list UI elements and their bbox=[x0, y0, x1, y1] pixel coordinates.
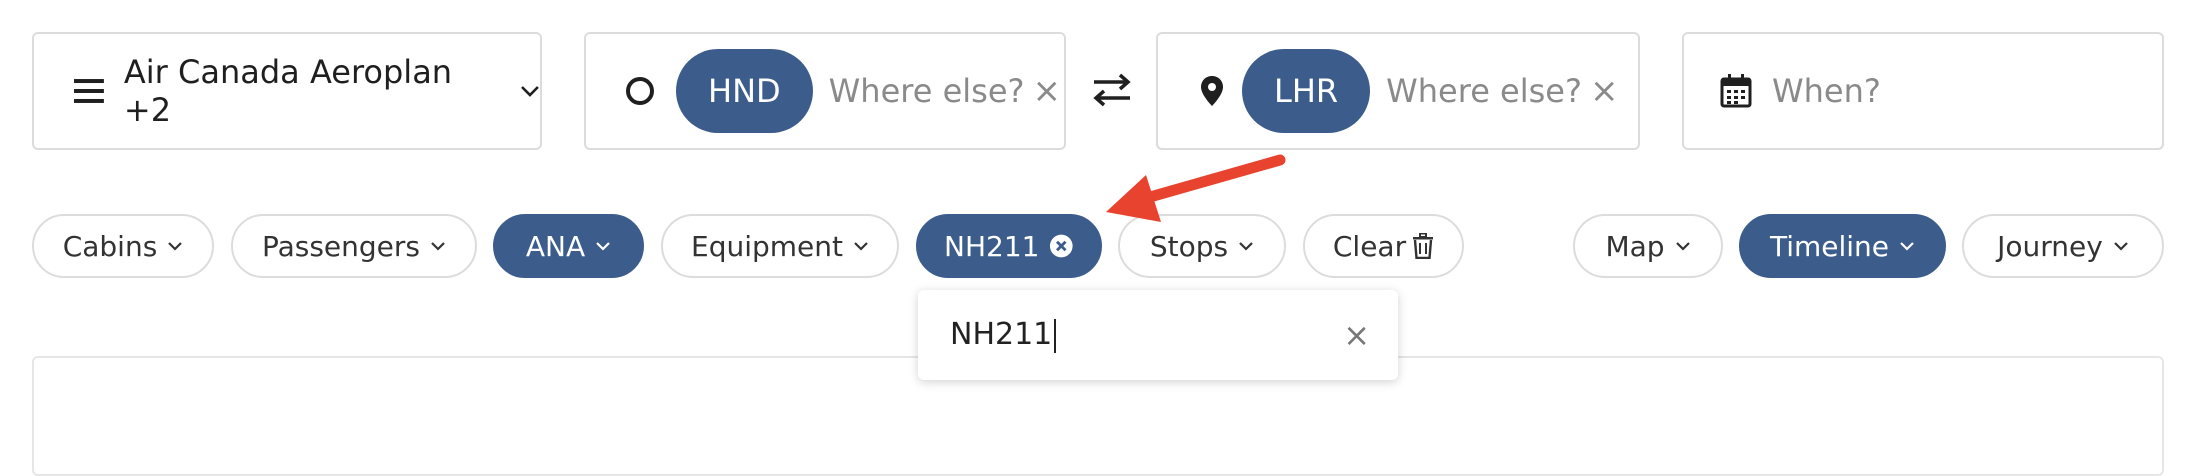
close-circle-icon[interactable] bbox=[1049, 233, 1074, 259]
clear-origin-icon[interactable]: × bbox=[1032, 74, 1061, 108]
cabins-label: Cabins bbox=[62, 229, 158, 263]
chevron-down-icon bbox=[854, 242, 868, 251]
clear-filters-button[interactable]: Clear bbox=[1303, 214, 1464, 278]
equipment-label: Equipment bbox=[691, 229, 843, 263]
chevron-down-icon bbox=[1900, 242, 1914, 251]
destination-field[interactable]: LHR Where else? × bbox=[1156, 32, 1640, 150]
chevron-down-icon bbox=[1239, 242, 1253, 251]
map-view-button[interactable]: Map bbox=[1573, 214, 1723, 278]
clear-input-icon[interactable]: × bbox=[1343, 319, 1370, 351]
destination-chip[interactable]: LHR bbox=[1242, 49, 1371, 133]
trash-icon bbox=[1413, 233, 1434, 259]
program-label: Air Canada Aeroplan +2 bbox=[123, 53, 453, 129]
airline-label: ANA bbox=[525, 229, 586, 263]
stops-filter[interactable]: Stops bbox=[1118, 214, 1286, 278]
flight-number-value: NH211 bbox=[950, 317, 1053, 353]
chevron-down-icon bbox=[521, 86, 539, 97]
chevron-down-icon bbox=[168, 242, 183, 251]
clear-destination-icon[interactable]: × bbox=[1590, 74, 1619, 108]
circle-icon bbox=[626, 77, 654, 105]
calendar-icon bbox=[1720, 74, 1752, 108]
map-label: Map bbox=[1605, 229, 1665, 263]
equipment-filter[interactable]: Equipment bbox=[661, 214, 899, 278]
chevron-down-icon bbox=[596, 242, 610, 251]
location-pin-icon bbox=[1201, 76, 1223, 106]
origin-placeholder[interactable]: Where else? bbox=[829, 72, 1025, 110]
swap-icon[interactable] bbox=[1090, 72, 1134, 108]
flight-number-input[interactable]: NH211 bbox=[950, 317, 1335, 353]
journey-label: Journey bbox=[1997, 229, 2103, 263]
clear-label: Clear bbox=[1332, 229, 1407, 263]
program-selector[interactable]: Air Canada Aeroplan +2 bbox=[32, 32, 542, 150]
passengers-label: Passengers bbox=[261, 229, 421, 263]
date-placeholder[interactable]: When? bbox=[1772, 72, 1881, 110]
chevron-down-icon bbox=[431, 242, 445, 251]
journey-view-button[interactable]: Journey bbox=[1962, 214, 2164, 278]
text-caret bbox=[1054, 318, 1057, 353]
flight-filter[interactable]: NH211 bbox=[916, 214, 1102, 278]
flight-label: NH211 bbox=[944, 229, 1040, 263]
cabins-filter[interactable]: Cabins bbox=[32, 214, 214, 278]
menu-icon bbox=[74, 79, 104, 103]
chevron-down-icon bbox=[2114, 242, 2128, 251]
flight-filter-dropdown: NH211 × bbox=[918, 290, 1398, 380]
passengers-filter[interactable]: Passengers bbox=[231, 214, 477, 278]
origin-chip[interactable]: HND bbox=[676, 49, 813, 133]
timeline-view-button[interactable]: Timeline bbox=[1739, 214, 1946, 278]
date-field[interactable]: When? bbox=[1682, 32, 2164, 150]
chevron-down-icon bbox=[1675, 242, 1690, 251]
timeline-label: Timeline bbox=[1769, 229, 1890, 263]
stops-label: Stops bbox=[1149, 229, 1229, 263]
airline-filter[interactable]: ANA bbox=[493, 214, 644, 278]
destination-placeholder[interactable]: Where else? bbox=[1386, 72, 1582, 110]
origin-field[interactable]: HND Where else? × bbox=[584, 32, 1066, 150]
